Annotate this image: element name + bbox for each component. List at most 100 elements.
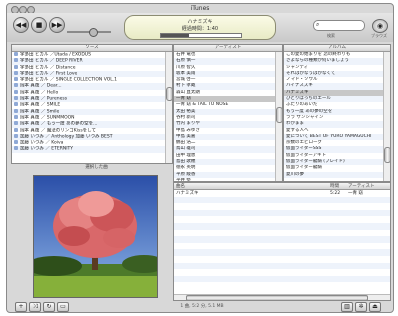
artist-label: 川原 智久 <box>176 64 196 70</box>
playlist-icon <box>14 127 18 132</box>
volume-knob[interactable] <box>89 28 99 37</box>
album-label: さよならの種類が何いましょう <box>286 58 349 64</box>
table-row[interactable] <box>174 236 390 243</box>
table-row[interactable] <box>174 262 390 270</box>
artist-label: 一青 窈 & TAIL TO NOSE <box>176 102 229 108</box>
album-label: ハナミズキ <box>286 89 309 95</box>
tree-artwork-image <box>34 176 157 297</box>
table-row[interactable] <box>174 222 390 230</box>
play-icon[interactable]: ■ <box>31 17 47 33</box>
artwork-toggle-icon[interactable]: ▭ <box>57 302 69 312</box>
source-label: 岡本 真夜 ／ Hello <box>20 90 59 96</box>
source-label: 岡本 真夜 ／ SUNMMOON <box>20 115 75 121</box>
table-row[interactable] <box>174 203 390 210</box>
album-scrollbar[interactable] <box>383 52 390 181</box>
playlist-icon <box>14 114 18 119</box>
song-name-cell <box>174 243 328 250</box>
song-time-cell <box>328 222 346 230</box>
song-artist-cell <box>346 196 390 204</box>
artist-label: 島田 歌穂 <box>176 159 196 165</box>
artwork-header: 選択した曲 <box>85 165 108 170</box>
table-row[interactable] <box>174 282 390 289</box>
playlist-icon <box>14 64 18 69</box>
next-icon[interactable]: ▶▶ <box>49 17 65 33</box>
eject-icon[interactable]: ⏏ <box>369 302 381 312</box>
song-progress-bar[interactable] <box>160 33 242 38</box>
table-row[interactable] <box>174 249 390 256</box>
artist-label: 坂本 美雨 <box>176 70 196 76</box>
album-item[interactable]: 夏川の夢 <box>284 171 390 178</box>
source-label: 加藤 いづみ ／ Anthology 加藤 いづみ BEST <box>20 134 113 140</box>
album-scroll-thumb[interactable] <box>384 147 390 163</box>
horizontal-scrollbar[interactable] <box>174 294 390 300</box>
table-row[interactable] <box>174 216 390 223</box>
artist-scrollbar[interactable] <box>275 52 282 181</box>
song-name-cell <box>174 262 328 270</box>
visualizer-icon[interactable]: ✲ <box>355 302 367 312</box>
browse-button[interactable]: ◉ <box>372 19 388 33</box>
source-label: 加藤 いづみ ／ ETERNITY <box>20 146 74 152</box>
table-row[interactable] <box>174 269 390 276</box>
playlist-icon <box>14 96 18 101</box>
source-label: 宇多田 ヒカル ／ Distance <box>20 65 76 71</box>
playlist-icon <box>14 133 18 138</box>
song-time-cell <box>328 275 346 283</box>
album-artwork[interactable] <box>33 175 158 298</box>
source-scroll-thumb[interactable] <box>166 87 172 101</box>
song-time-cell <box>328 262 346 270</box>
album-label: ララ サンシャイン <box>286 114 324 120</box>
song-time-cell <box>328 203 346 210</box>
now-playing-title: ハナミズキ <box>187 19 213 25</box>
song-time-cell <box>328 269 346 276</box>
browse-label: ブラウズ <box>371 33 387 38</box>
album-label: わがまま <box>286 121 304 127</box>
table-row[interactable]: ハナミズキ 5:22 一青 窈 <box>174 190 390 197</box>
plus-icon[interactable]: + <box>15 302 27 312</box>
artist-scroll-thumb[interactable] <box>276 107 282 123</box>
album-pane: アルバム この愛の始まりを 恋の終わりも さよならの種類が何いましょう シャンディそ… <box>283 44 391 182</box>
song-name-cell <box>174 222 328 230</box>
table-row[interactable] <box>174 209 390 217</box>
artist-label: 一青 窈 <box>176 96 191 102</box>
source-scrollbar[interactable] <box>165 52 172 163</box>
table-row[interactable] <box>174 256 390 263</box>
album-label: 宗数のエピローグ <box>286 140 322 146</box>
now-playing-display: ハナミズキ 経過時間：1:40 <box>124 15 276 40</box>
artist-label: 森山 直太朗 <box>176 89 200 95</box>
artist-list: 石井 竜也 石原 慎一 川原 智久 坂本 美雨 宮城 啓一 村下 孝蔵 森山 直太朗 一青 窈… <box>174 52 282 181</box>
source-label: 宇多田 ヒカル ／Utada / EXODUS <box>20 52 91 58</box>
repeat-icon[interactable]: ↻ <box>43 302 55 312</box>
song-time-cell: 5:22 <box>330 190 341 196</box>
artist-label: 太田 裕美 <box>176 108 196 114</box>
song-progress-fill <box>161 34 189 37</box>
window-title: iTunes <box>190 5 210 12</box>
equalizer-icon[interactable]: ▥ <box>341 302 353 312</box>
playlist-icon <box>14 70 18 75</box>
playlist-icon <box>14 77 18 82</box>
table-row[interactable] <box>174 275 390 283</box>
artist-label: 宮城 啓一 <box>176 77 196 83</box>
artist-label: 石井 竜也 <box>176 52 196 57</box>
song-name-cell <box>174 203 328 210</box>
album-label: それはかなうはかなくて <box>286 70 336 76</box>
album-label: 愛する人へ <box>286 127 309 133</box>
source-label: 加藤 いづみ ／ Koiva <box>20 140 64 146</box>
table-row[interactable] <box>174 243 390 250</box>
song-time-cell <box>328 256 346 263</box>
source-label: 宇多田 ヒカル ／ SINGLE COLLECTION VOL.1 <box>20 77 118 83</box>
table-row[interactable] <box>174 196 390 204</box>
song-artist-cell <box>346 230 390 237</box>
search-input[interactable]: ⌕ <box>313 20 365 31</box>
artist-label: 石原 慎一 <box>176 58 196 64</box>
source-label: 岡本 真夜 ／ もう一度 あの夢の空を... <box>20 121 98 127</box>
album-label: この愛の始まりを 恋の終わりも <box>286 52 351 57</box>
song-artist-cell <box>346 256 390 263</box>
song-table: 曲名 時間 アーティスト ハナミズキ 5:22 一青 窈 <box>174 183 390 289</box>
table-row[interactable] <box>174 230 390 237</box>
source-label: 岡本 真夜 ／ SMILE <box>20 102 61 108</box>
shuffle-icon[interactable]: ⤨ <box>29 302 41 312</box>
source-item[interactable]: 加藤 いづみ ／ ETERNITY <box>12 146 172 153</box>
album-label: シャンディ <box>286 64 309 70</box>
previous-icon[interactable]: ◀◀ <box>13 17 29 33</box>
song-artist-cell: 一青 窈 <box>348 191 363 197</box>
